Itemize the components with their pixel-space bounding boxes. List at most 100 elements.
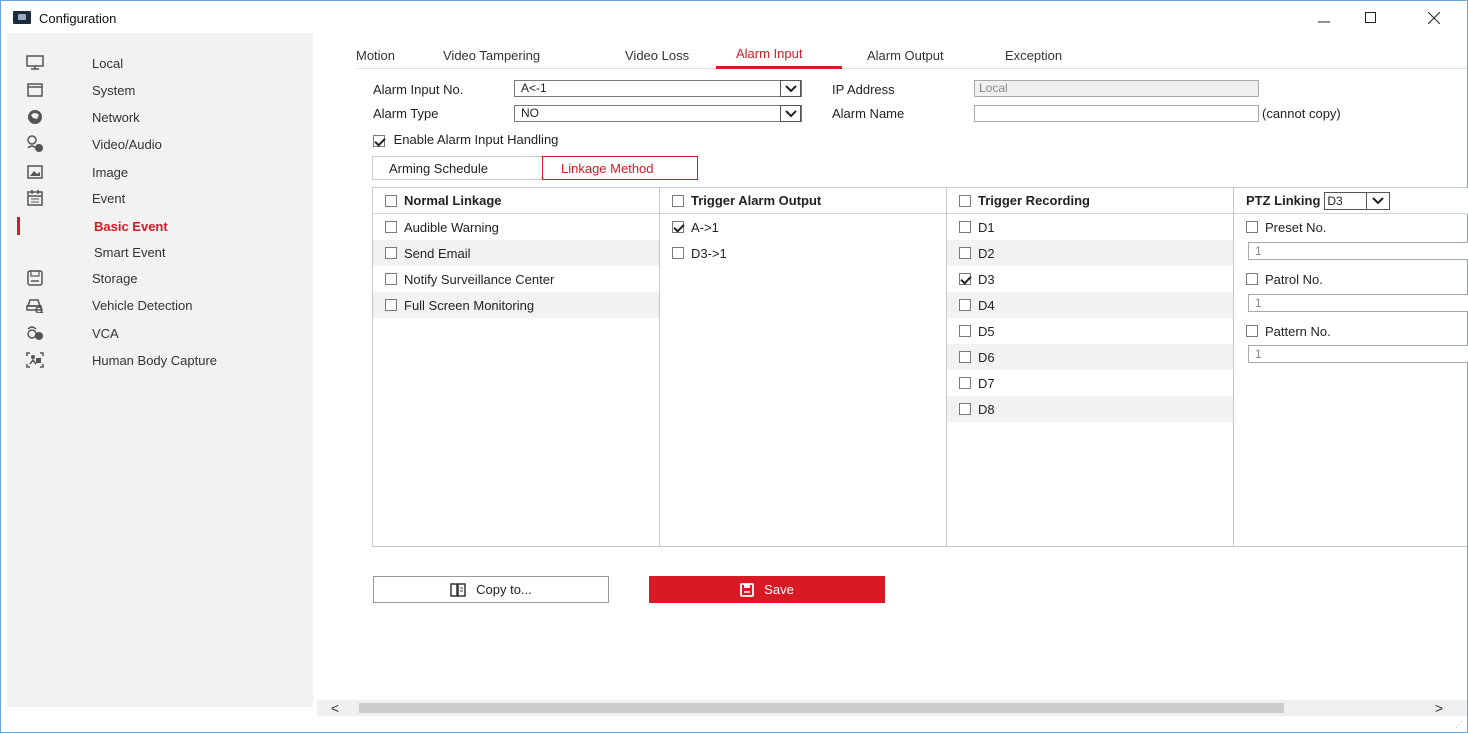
sidebar-item-system[interactable]: System <box>7 77 313 103</box>
save-button[interactable]: Save <box>649 576 885 603</box>
tab-motion[interactable]: Motion <box>356 48 395 72</box>
sidebar-item-image[interactable]: Image <box>7 159 313 185</box>
list-item[interactable]: D7 <box>947 370 1233 396</box>
calendar-icon <box>26 189 44 207</box>
list-item[interactable]: A->1 <box>660 214 946 240</box>
sidebar-item-basic-event[interactable]: Basic Event <box>7 213 313 239</box>
recording-column: Trigger Recording D1 D2 D3 D4 D5 D6 D7 D… <box>947 188 1234 546</box>
list-item[interactable]: Pattern No. <box>1234 318 1468 344</box>
record-d2-checkbox[interactable] <box>959 247 971 259</box>
list-item[interactable]: Audible Warning <box>373 214 659 240</box>
normal-linkage-checkbox[interactable] <box>385 194 397 207</box>
column-title: PTZ Linking <box>1246 193 1321 208</box>
list-item[interactable]: D1 <box>947 214 1233 240</box>
preset-checkbox[interactable] <box>1246 221 1258 233</box>
list-item[interactable]: Patrol No. <box>1234 266 1468 292</box>
maximize-icon <box>1365 12 1376 23</box>
list-item[interactable]: D3->1 <box>660 240 946 266</box>
list-item[interactable]: D3 <box>947 266 1233 292</box>
alarm-type-select[interactable]: NO <box>514 105 802 122</box>
minimize-button[interactable] <box>1301 5 1347 31</box>
item-label: Preset No. <box>1265 219 1327 235</box>
patrol-number-field[interactable]: 1 <box>1248 294 1468 312</box>
record-d6-checkbox[interactable] <box>959 351 971 363</box>
sidebar-item-network[interactable]: Network <box>7 104 313 130</box>
sidebar-item-label: VCA <box>92 325 119 341</box>
subtab-arming-schedule[interactable]: Arming Schedule <box>372 156 542 180</box>
monitor-icon <box>26 54 44 72</box>
list-item[interactable]: D6 <box>947 344 1233 370</box>
scrollbar-thumb[interactable] <box>359 703 1284 713</box>
sidebar-item-storage[interactable]: Storage <box>7 265 313 291</box>
storage-icon <box>26 269 44 287</box>
alarm-input-no-select[interactable]: A<-1 <box>514 80 802 97</box>
record-d8-checkbox[interactable] <box>959 403 971 415</box>
ptz-channel-select[interactable]: D3 <box>1324 191 1391 210</box>
sidebar-item-label: Video/Audio <box>92 136 162 152</box>
enable-alarm-checkbox[interactable] <box>373 134 385 147</box>
list-item[interactable]: Notify Surveillance Center <box>373 266 659 292</box>
tab-video-tampering[interactable]: Video Tampering <box>443 48 540 72</box>
sidebar-item-event[interactable]: Event <box>7 185 313 211</box>
close-button[interactable] <box>1411 5 1457 31</box>
recording-header[interactable]: Trigger Recording <box>947 188 1233 214</box>
alarm-output-header[interactable]: Trigger Alarm Output <box>660 188 946 214</box>
recording-checkbox[interactable] <box>959 194 971 207</box>
output-a1-checkbox[interactable] <box>672 221 684 233</box>
record-d7-checkbox[interactable] <box>959 377 971 389</box>
system-icon <box>26 81 44 99</box>
output-d3-checkbox[interactable] <box>672 247 684 259</box>
scroll-right-arrow-icon[interactable]: > <box>1429 700 1449 716</box>
ip-address-field: Local <box>974 80 1259 97</box>
preset-number-field[interactable]: 1 <box>1248 242 1468 260</box>
record-d1-checkbox[interactable] <box>959 221 971 233</box>
alarm-type-label: Alarm Type <box>373 106 439 121</box>
alarm-name-field[interactable] <box>974 105 1259 122</box>
item-label: D3->1 <box>691 245 727 261</box>
sidebar-item-smart-event[interactable]: Smart Event <box>7 239 313 265</box>
subtab-linkage-method[interactable]: Linkage Method <box>542 156 698 180</box>
horizontal-scrollbar[interactable]: < > <box>317 700 1467 716</box>
sidebar-item-human-body-capture[interactable]: Human Body Capture <box>7 347 313 373</box>
globe-icon <box>26 108 44 126</box>
sidebar-item-label: Image <box>92 164 129 180</box>
sidebar-item-vca[interactable]: VCA <box>7 320 313 346</box>
maximize-button[interactable] <box>1348 5 1394 31</box>
alarm-input-no-label: Alarm Input No. <box>373 82 464 97</box>
list-item[interactable]: D5 <box>947 318 1233 344</box>
list-item[interactable]: D4 <box>947 292 1233 318</box>
patrol-checkbox[interactable] <box>1246 273 1258 285</box>
list-item[interactable]: Full Screen Monitoring <box>373 292 659 318</box>
item-label: Pattern No. <box>1265 323 1331 339</box>
record-d3-checkbox[interactable] <box>959 273 971 285</box>
record-d4-checkbox[interactable] <box>959 299 971 311</box>
tab-exception[interactable]: Exception <box>1005 48 1062 72</box>
tab-video-loss[interactable]: Video Loss <box>625 48 689 72</box>
pattern-number-field[interactable]: 1 <box>1248 345 1468 363</box>
copy-to-button[interactable]: Copy to... <box>373 576 609 603</box>
enable-alarm-handling[interactable]: Enable Alarm Input Handling <box>373 132 558 147</box>
resize-grip-icon[interactable]: ⋰ <box>1455 720 1465 730</box>
video-audio-icon <box>26 135 44 153</box>
audible-warning-checkbox[interactable] <box>385 221 397 233</box>
record-d5-checkbox[interactable] <box>959 325 971 337</box>
scroll-left-arrow-icon[interactable]: < <box>325 700 345 716</box>
send-email-checkbox[interactable] <box>385 247 397 259</box>
column-title: Normal Linkage <box>404 193 502 208</box>
full-screen-checkbox[interactable] <box>385 299 397 311</box>
notify-center-checkbox[interactable] <box>385 273 397 285</box>
active-tab-indicator <box>716 66 842 69</box>
sidebar-item-vehicle-detection[interactable]: Vehicle Detection <box>7 292 313 318</box>
tab-alarm-output[interactable]: Alarm Output <box>867 48 944 72</box>
sidebar-item-video-audio[interactable]: Video/Audio <box>7 131 313 157</box>
active-indicator <box>17 217 20 235</box>
list-item[interactable]: Preset No. <box>1234 214 1468 240</box>
list-item[interactable]: D2 <box>947 240 1233 266</box>
item-label: D8 <box>978 401 995 417</box>
sidebar-item-local[interactable]: Local <box>7 50 313 76</box>
alarm-output-checkbox[interactable] <box>672 194 684 207</box>
list-item[interactable]: D8 <box>947 396 1233 422</box>
normal-linkage-header[interactable]: Normal Linkage <box>373 188 659 214</box>
pattern-checkbox[interactable] <box>1246 325 1258 337</box>
list-item[interactable]: Send Email <box>373 240 659 266</box>
